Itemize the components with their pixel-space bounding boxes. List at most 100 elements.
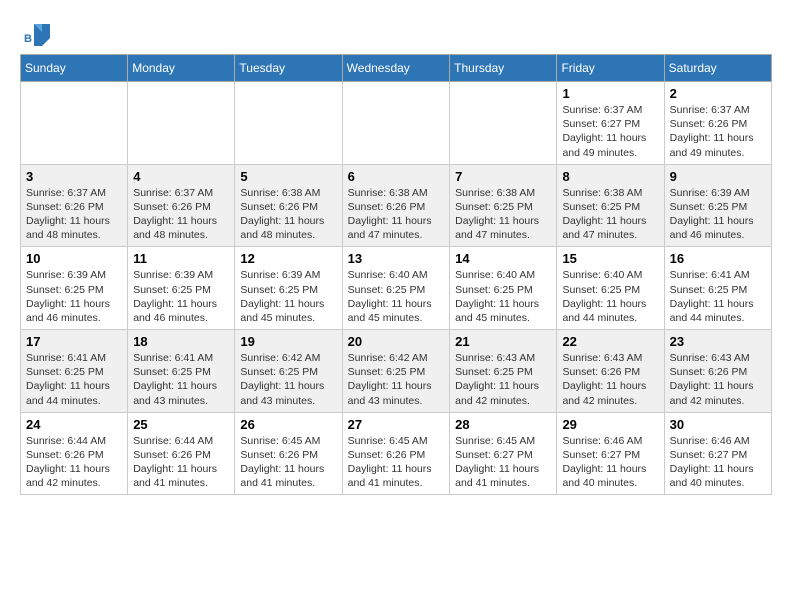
calendar-cell: [128, 82, 235, 165]
weekday-header-friday: Friday: [557, 55, 664, 82]
calendar-cell: 1 Sunrise: 6:37 AM Sunset: 6:27 PM Daylig…: [557, 82, 664, 165]
calendar-cell: 22 Sunrise: 6:43 AM Sunset: 6:26 PM Dayli…: [557, 330, 664, 413]
weekday-header-sunday: Sunday: [21, 55, 128, 82]
day-info: Sunrise: 6:46 AM Sunset: 6:27 PM Dayligh…: [670, 434, 766, 491]
day-info: Sunrise: 6:46 AM Sunset: 6:27 PM Dayligh…: [562, 434, 658, 491]
day-info: Sunrise: 6:38 AM Sunset: 6:26 PM Dayligh…: [348, 186, 444, 243]
day-number: 22: [562, 334, 658, 349]
calendar-cell: 19 Sunrise: 6:42 AM Sunset: 6:25 PM Dayli…: [235, 330, 342, 413]
page-header: B: [20, 20, 772, 44]
calendar-cell: 29 Sunrise: 6:46 AM Sunset: 6:27 PM Dayli…: [557, 412, 664, 495]
day-number: 24: [26, 417, 122, 432]
day-info: Sunrise: 6:40 AM Sunset: 6:25 PM Dayligh…: [348, 268, 444, 325]
day-number: 5: [240, 169, 336, 184]
day-info: Sunrise: 6:38 AM Sunset: 6:26 PM Dayligh…: [240, 186, 336, 243]
calendar-cell: 4 Sunrise: 6:37 AM Sunset: 6:26 PM Daylig…: [128, 164, 235, 247]
day-number: 1: [562, 86, 658, 101]
svg-text:B: B: [24, 33, 32, 45]
day-info: Sunrise: 6:42 AM Sunset: 6:25 PM Dayligh…: [240, 351, 336, 408]
day-info: Sunrise: 6:37 AM Sunset: 6:26 PM Dayligh…: [670, 103, 766, 160]
day-number: 6: [348, 169, 444, 184]
calendar-cell: 6 Sunrise: 6:38 AM Sunset: 6:26 PM Daylig…: [342, 164, 449, 247]
calendar-table: SundayMondayTuesdayWednesdayThursdayFrid…: [20, 54, 772, 495]
day-info: Sunrise: 6:41 AM Sunset: 6:25 PM Dayligh…: [670, 268, 766, 325]
calendar-cell: [342, 82, 449, 165]
day-number: 20: [348, 334, 444, 349]
day-info: Sunrise: 6:39 AM Sunset: 6:25 PM Dayligh…: [26, 268, 122, 325]
calendar-cell: 21 Sunrise: 6:43 AM Sunset: 6:25 PM Dayli…: [450, 330, 557, 413]
day-info: Sunrise: 6:37 AM Sunset: 6:27 PM Dayligh…: [562, 103, 658, 160]
week-row-4: 17Sunrise: 6:41 AM Sunset: 6:25 PM Dayli…: [21, 330, 772, 413]
day-info: Sunrise: 6:45 AM Sunset: 6:27 PM Dayligh…: [455, 434, 551, 491]
day-info: Sunrise: 6:45 AM Sunset: 6:26 PM Dayligh…: [348, 434, 444, 491]
calendar-cell: 9 Sunrise: 6:39 AM Sunset: 6:25 PM Daylig…: [664, 164, 771, 247]
calendar-cell: 11 Sunrise: 6:39 AM Sunset: 6:25 PM Dayli…: [128, 247, 235, 330]
day-info: Sunrise: 6:41 AM Sunset: 6:25 PM Dayligh…: [133, 351, 229, 408]
week-row-1: 1 Sunrise: 6:37 AM Sunset: 6:27 PM Daylig…: [21, 82, 772, 165]
day-info: Sunrise: 6:38 AM Sunset: 6:25 PM Dayligh…: [562, 186, 658, 243]
calendar-cell: 13 Sunrise: 6:40 AM Sunset: 6:25 PM Dayli…: [342, 247, 449, 330]
day-number: 14: [455, 251, 551, 266]
day-number: 23: [670, 334, 766, 349]
day-number: 13: [348, 251, 444, 266]
calendar-cell: 8 Sunrise: 6:38 AM Sunset: 6:25 PM Daylig…: [557, 164, 664, 247]
day-info: Sunrise: 6:37 AM Sunset: 6:26 PM Dayligh…: [133, 186, 229, 243]
calendar-cell: 7 Sunrise: 6:38 AM Sunset: 6:25 PM Daylig…: [450, 164, 557, 247]
day-number: 26: [240, 417, 336, 432]
calendar-cell: 17Sunrise: 6:41 AM Sunset: 6:25 PM Dayli…: [21, 330, 128, 413]
week-row-2: 3Sunrise: 6:37 AM Sunset: 6:26 PM Daylig…: [21, 164, 772, 247]
week-row-5: 24 Sunrise: 6:44 AM Sunset: 6:26 PM Dayli…: [21, 412, 772, 495]
day-number: 18: [133, 334, 229, 349]
calendar-cell: [21, 82, 128, 165]
day-number: 11: [133, 251, 229, 266]
day-number: 16: [670, 251, 766, 266]
day-number: 25: [133, 417, 229, 432]
day-info: Sunrise: 6:39 AM Sunset: 6:25 PM Dayligh…: [133, 268, 229, 325]
day-number: 7: [455, 169, 551, 184]
day-info: Sunrise: 6:39 AM Sunset: 6:25 PM Dayligh…: [240, 268, 336, 325]
day-number: 8: [562, 169, 658, 184]
day-info: Sunrise: 6:40 AM Sunset: 6:25 PM Dayligh…: [455, 268, 551, 325]
calendar-cell: 20 Sunrise: 6:42 AM Sunset: 6:25 PM Dayli…: [342, 330, 449, 413]
day-info: Sunrise: 6:43 AM Sunset: 6:25 PM Dayligh…: [455, 351, 551, 408]
calendar-cell: 15Sunrise: 6:40 AM Sunset: 6:25 PM Dayli…: [557, 247, 664, 330]
day-number: 10: [26, 251, 122, 266]
weekday-header-wednesday: Wednesday: [342, 55, 449, 82]
weekday-header-tuesday: Tuesday: [235, 55, 342, 82]
day-info: Sunrise: 6:39 AM Sunset: 6:25 PM Dayligh…: [670, 186, 766, 243]
calendar-cell: 23 Sunrise: 6:43 AM Sunset: 6:26 PM Dayli…: [664, 330, 771, 413]
calendar-cell: 25 Sunrise: 6:44 AM Sunset: 6:26 PM Dayli…: [128, 412, 235, 495]
day-number: 21: [455, 334, 551, 349]
calendar-cell: [450, 82, 557, 165]
calendar-cell: 24 Sunrise: 6:44 AM Sunset: 6:26 PM Dayli…: [21, 412, 128, 495]
day-number: 9: [670, 169, 766, 184]
day-number: 2: [670, 86, 766, 101]
weekday-header-row: SundayMondayTuesdayWednesdayThursdayFrid…: [21, 55, 772, 82]
day-info: Sunrise: 6:43 AM Sunset: 6:26 PM Dayligh…: [670, 351, 766, 408]
day-info: Sunrise: 6:41 AM Sunset: 6:25 PM Dayligh…: [26, 351, 122, 408]
day-number: 4: [133, 169, 229, 184]
day-info: Sunrise: 6:45 AM Sunset: 6:26 PM Dayligh…: [240, 434, 336, 491]
day-number: 27: [348, 417, 444, 432]
day-info: Sunrise: 6:40 AM Sunset: 6:25 PM Dayligh…: [562, 268, 658, 325]
logo-icon: B: [22, 20, 52, 50]
day-info: Sunrise: 6:43 AM Sunset: 6:26 PM Dayligh…: [562, 351, 658, 408]
calendar-cell: 3Sunrise: 6:37 AM Sunset: 6:26 PM Daylig…: [21, 164, 128, 247]
logo: B: [20, 20, 52, 44]
calendar-cell: 26 Sunrise: 6:45 AM Sunset: 6:26 PM Dayli…: [235, 412, 342, 495]
day-number: 19: [240, 334, 336, 349]
day-info: Sunrise: 6:37 AM Sunset: 6:26 PM Dayligh…: [26, 186, 122, 243]
day-info: Sunrise: 6:42 AM Sunset: 6:25 PM Dayligh…: [348, 351, 444, 408]
day-info: Sunrise: 6:44 AM Sunset: 6:26 PM Dayligh…: [26, 434, 122, 491]
calendar-cell: 5 Sunrise: 6:38 AM Sunset: 6:26 PM Daylig…: [235, 164, 342, 247]
calendar-cell: 12 Sunrise: 6:39 AM Sunset: 6:25 PM Dayli…: [235, 247, 342, 330]
day-number: 30: [670, 417, 766, 432]
calendar-cell: 28 Sunrise: 6:45 AM Sunset: 6:27 PM Dayli…: [450, 412, 557, 495]
day-number: 28: [455, 417, 551, 432]
calendar-cell: 2 Sunrise: 6:37 AM Sunset: 6:26 PM Daylig…: [664, 82, 771, 165]
day-info: Sunrise: 6:38 AM Sunset: 6:25 PM Dayligh…: [455, 186, 551, 243]
day-info: Sunrise: 6:44 AM Sunset: 6:26 PM Dayligh…: [133, 434, 229, 491]
day-number: 12: [240, 251, 336, 266]
week-row-3: 10 Sunrise: 6:39 AM Sunset: 6:25 PM Dayli…: [21, 247, 772, 330]
day-number: 29: [562, 417, 658, 432]
